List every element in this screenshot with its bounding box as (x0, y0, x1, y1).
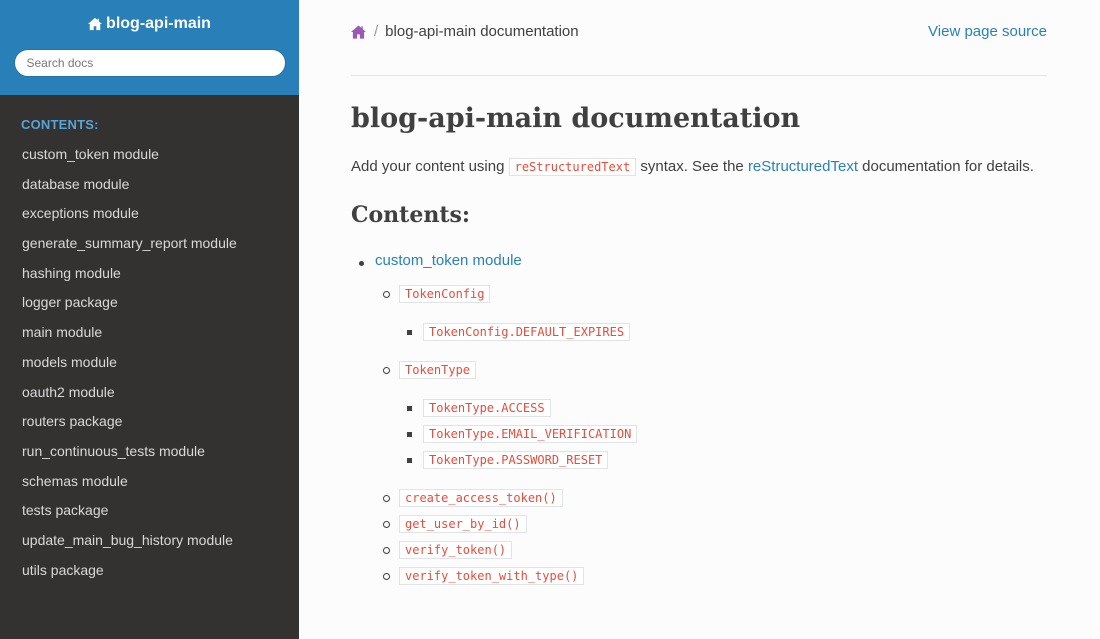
search-input[interactable] (13, 49, 286, 77)
sidebar-item-oauth2[interactable]: oauth2 module (0, 378, 299, 408)
bullet-square (407, 458, 412, 463)
sidebar-item-logger[interactable]: logger package (0, 288, 299, 318)
toc-verify-token[interactable]: verify_token() (399, 541, 513, 559)
toc-token-type-access[interactable]: TokenType.ACCESS (423, 399, 551, 417)
page-title: blog-api-main documentation (351, 103, 801, 134)
sidebar-item-utils[interactable]: utils package (0, 556, 299, 586)
sidebar-item-tests[interactable]: tests package (0, 496, 299, 526)
sidebar: blog-api-main CONTENTS: custom_token mod… (0, 0, 299, 639)
sidebar-item-custom-token[interactable]: custom_token module (0, 140, 299, 170)
sidebar-item-exceptions[interactable]: exceptions module (0, 199, 299, 229)
home-icon (88, 17, 103, 31)
sidebar-item-run-continuous-tests[interactable]: run_continuous_tests module (0, 437, 299, 467)
sidebar-item-routers[interactable]: routers package (0, 407, 299, 437)
intro-code: reStructuredText (508, 158, 637, 176)
sidebar-header: blog-api-main (0, 0, 299, 95)
sidebar-item-database[interactable]: database module (0, 170, 299, 200)
contents-heading: Contents: (351, 202, 471, 228)
toc-token-config-default-expires[interactable]: TokenConfig.DEFAULT_EXPIRES (423, 323, 631, 341)
breadcrumb-separator: / (374, 23, 379, 40)
toc-custom-token-module[interactable]: custom_token module (375, 252, 522, 269)
bullet-circle (383, 495, 390, 502)
breadcrumb-current: blog-api-main documentation (385, 23, 579, 40)
bullet-circle (383, 367, 390, 374)
bullet-circle (383, 573, 390, 580)
intro-text-1: Add your content using (351, 158, 509, 175)
bullet-square (407, 406, 412, 411)
bullet-circle (383, 291, 390, 298)
toc-create-access-token[interactable]: create_access_token() (399, 489, 563, 507)
toc-token-type-email-verification[interactable]: TokenType.EMAIL_VERIFICATION (423, 425, 638, 443)
brand-title: blog-api-main (106, 15, 211, 32)
bullet-circle (383, 547, 390, 554)
toc-token-config[interactable]: TokenConfig (399, 285, 491, 303)
sidebar-item-main[interactable]: main module (0, 318, 299, 348)
sidebar-item-models[interactable]: models module (0, 348, 299, 378)
bullet-square (407, 432, 412, 437)
sidebar-item-schemas[interactable]: schemas module (0, 467, 299, 497)
toc-verify-token-with-type[interactable]: verify_token_with_type() (399, 567, 585, 585)
intro-text-3: documentation for details. (857, 158, 1034, 175)
main-content: / blog-api-main documentation View page … (299, 0, 1100, 639)
bullet-square (407, 330, 412, 335)
toc-token-type[interactable]: TokenType (399, 361, 477, 379)
bullet-disc (359, 261, 364, 266)
toc-get-user-by-id[interactable]: get_user_by_id() (399, 515, 527, 533)
breadcrumb: / blog-api-main documentation View page … (351, 0, 1047, 76)
sidebar-nav: custom_token module database module exce… (0, 140, 299, 585)
restructuredtext-link[interactable]: reStructuredText (748, 158, 858, 175)
sidebar-item-generate-summary-report[interactable]: generate_summary_report module (0, 229, 299, 259)
intro-paragraph: Add your content using reStructuredText … (351, 154, 1047, 180)
intro-text-2: syntax. See the (636, 158, 748, 175)
brand-link[interactable]: blog-api-main (88, 15, 211, 33)
home-icon[interactable] (351, 24, 366, 39)
toc-token-type-password-reset[interactable]: TokenType.PASSWORD_RESET (423, 451, 609, 469)
sidebar-item-update-main-bug-history[interactable]: update_main_bug_history module (0, 526, 299, 556)
view-page-source-link[interactable]: View page source (928, 23, 1047, 40)
sidebar-item-hashing[interactable]: hashing module (0, 259, 299, 289)
bullet-circle (383, 521, 390, 528)
contents-caption: CONTENTS: (21, 117, 99, 132)
